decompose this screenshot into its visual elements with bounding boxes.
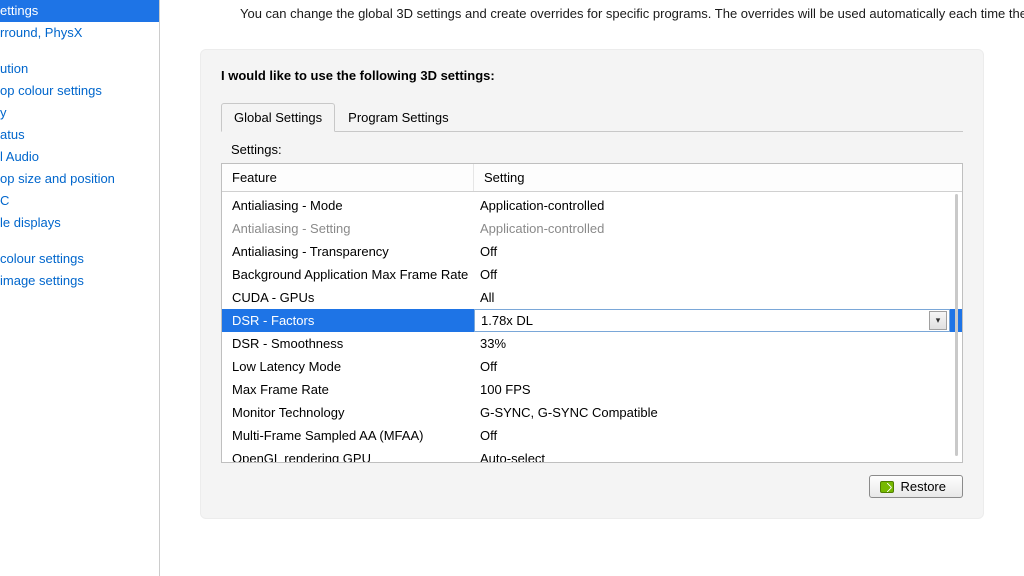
sidebar-spacer xyxy=(0,234,159,248)
feature-cell: CUDA - GPUs xyxy=(222,286,474,309)
sidebar: ettingsrround, PhysX utionop colour setti… xyxy=(0,0,160,576)
tab-global-settings[interactable]: Global Settings xyxy=(221,103,335,132)
settings-row[interactable]: Low Latency ModeOff xyxy=(222,355,962,378)
sidebar-item[interactable]: atus xyxy=(0,124,159,146)
settings-row[interactable]: CUDA - GPUsAll xyxy=(222,286,962,309)
feature-cell: Antialiasing - Mode xyxy=(222,194,474,217)
sidebar-item[interactable]: op size and position xyxy=(0,168,159,190)
feature-cell: Monitor Technology xyxy=(222,401,474,424)
chevron-down-icon[interactable]: ▾ xyxy=(929,311,947,330)
setting-cell[interactable]: Application-controlled xyxy=(474,217,962,240)
settings-row[interactable]: Multi-Frame Sampled AA (MFAA)Off xyxy=(222,424,962,447)
setting-cell[interactable]: Off xyxy=(474,263,962,286)
feature-cell: OpenGL rendering GPU xyxy=(222,447,474,462)
setting-cell[interactable]: Off xyxy=(474,355,962,378)
setting-cell[interactable]: Off xyxy=(474,424,962,447)
setting-cell[interactable]: Auto-select xyxy=(474,447,962,462)
setting-cell[interactable]: Off xyxy=(474,240,962,263)
restore-button[interactable]: Restore xyxy=(869,475,963,498)
setting-cell[interactable]: 33% xyxy=(474,332,962,355)
settings-row[interactable]: Antialiasing - SettingApplication-contro… xyxy=(222,217,962,240)
feature-cell: Antialiasing - Setting xyxy=(222,217,474,240)
panel-footer: Restore xyxy=(221,475,963,498)
feature-cell: DSR - Factors xyxy=(222,309,474,332)
feature-cell: Antialiasing - Transparency xyxy=(222,240,474,263)
tab-program-settings[interactable]: Program Settings xyxy=(335,103,461,131)
column-feature[interactable]: Feature xyxy=(222,164,474,191)
tab-bar: Global SettingsProgram Settings xyxy=(221,103,963,132)
sidebar-item[interactable]: l Audio xyxy=(0,146,159,168)
scrollbar[interactable] xyxy=(955,194,958,456)
sidebar-item[interactable]: le displays xyxy=(0,212,159,234)
feature-cell: Background Application Max Frame Rate xyxy=(222,263,474,286)
settings-row[interactable]: OpenGL rendering GPUAuto-select xyxy=(222,447,962,462)
settings-label: Settings: xyxy=(231,142,963,157)
setting-cell[interactable]: G-SYNC, G-SYNC Compatible xyxy=(474,401,962,424)
feature-cell: Max Frame Rate xyxy=(222,378,474,401)
setting-cell[interactable]: 1.78x DL ▾ xyxy=(474,309,950,332)
settings-row[interactable]: Antialiasing - TransparencyOff xyxy=(222,240,962,263)
settings-row[interactable]: Monitor TechnologyG-SYNC, G-SYNC Compati… xyxy=(222,401,962,424)
main-content: You can change the global 3D settings an… xyxy=(160,0,1024,576)
restore-button-label: Restore xyxy=(900,479,946,494)
sidebar-item[interactable]: image settings xyxy=(0,270,159,292)
setting-value: 1.78x DL xyxy=(481,310,533,331)
grid-body: Antialiasing - ModeApplication-controlle… xyxy=(222,194,962,462)
setting-cell[interactable]: 100 FPS xyxy=(474,378,962,401)
sidebar-item[interactable]: y xyxy=(0,102,159,124)
setting-cell[interactable]: All xyxy=(474,286,962,309)
sidebar-item[interactable]: C xyxy=(0,190,159,212)
sidebar-item[interactable]: op colour settings xyxy=(0,80,159,102)
settings-row[interactable]: DSR - Factors 1.78x DL ▾ xyxy=(222,309,962,332)
column-setting[interactable]: Setting xyxy=(474,164,962,191)
settings-grid: Feature Setting Antialiasing - ModeAppli… xyxy=(221,163,963,463)
setting-cell[interactable]: Application-controlled xyxy=(474,194,962,217)
feature-cell: DSR - Smoothness xyxy=(222,332,474,355)
sidebar-item[interactable]: ution xyxy=(0,58,159,80)
sidebar-item[interactable]: colour settings xyxy=(0,248,159,270)
feature-cell: Multi-Frame Sampled AA (MFAA) xyxy=(222,424,474,447)
nvidia-icon xyxy=(880,481,894,493)
settings-row[interactable]: Background Application Max Frame RateOff xyxy=(222,263,962,286)
sidebar-item[interactable]: ettings xyxy=(0,0,159,22)
settings-row[interactable]: Antialiasing - ModeApplication-controlle… xyxy=(222,194,962,217)
sidebar-spacer xyxy=(0,44,159,58)
description-text: You can change the global 3D settings an… xyxy=(160,0,1024,21)
settings-row[interactable]: Max Frame Rate100 FPS xyxy=(222,378,962,401)
sidebar-item[interactable]: rround, PhysX xyxy=(0,22,159,44)
feature-cell: Low Latency Mode xyxy=(222,355,474,378)
grid-header: Feature Setting xyxy=(222,164,962,192)
panel-heading: I would like to use the following 3D set… xyxy=(221,68,963,83)
settings-panel: I would like to use the following 3D set… xyxy=(200,49,984,519)
settings-row[interactable]: DSR - Smoothness33% xyxy=(222,332,962,355)
